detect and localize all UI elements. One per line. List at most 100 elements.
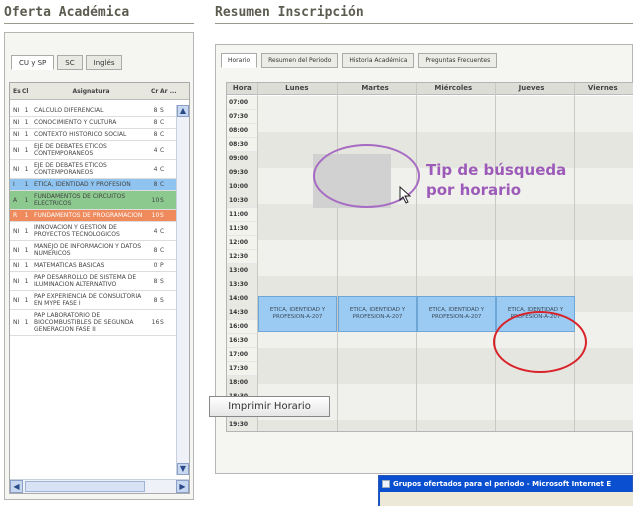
tab-horario[interactable]: Horario bbox=[221, 53, 258, 68]
highlight-ellipse bbox=[493, 311, 587, 373]
course-es: NI bbox=[13, 119, 20, 126]
course-ar: C bbox=[160, 165, 165, 173]
hour-label: 07:30 bbox=[227, 110, 257, 124]
course-row[interactable]: NI 1 CONOCIMIENTO Y CULTURA 8 C bbox=[10, 117, 177, 129]
grid-line bbox=[416, 83, 417, 431]
course-name: MATEMATICAS BASICAS bbox=[34, 262, 105, 269]
hour-label: 10:30 bbox=[227, 194, 257, 208]
course-cr: 10 bbox=[151, 212, 160, 219]
course-row[interactable]: NI 1 PAP DESARROLLO DE SISTEMA DE ILUMINAC… bbox=[10, 272, 177, 291]
course-cr: 4 bbox=[153, 227, 158, 235]
course-ci: 1 bbox=[24, 165, 29, 173]
tab-sc[interactable]: SC bbox=[57, 55, 83, 70]
course-ci: 1 bbox=[24, 196, 29, 204]
horizontal-scrollbar[interactable]: ◀ ▶ bbox=[10, 479, 189, 493]
class-block-martes[interactable]: ETICA, IDENTIDAD Y PROFESION-A-207 bbox=[338, 296, 417, 332]
course-es: NI bbox=[13, 165, 20, 173]
hour-label: 14:30 bbox=[227, 306, 257, 320]
course-row[interactable]: NI 1 PAP EXPERIENCIA DE CONSULTORIA EN MYP… bbox=[10, 291, 177, 310]
schedule-background bbox=[258, 96, 633, 431]
tab-cu-sp[interactable]: CU y SP bbox=[11, 55, 55, 70]
course-ci: 1 bbox=[24, 277, 29, 285]
scroll-thumb[interactable] bbox=[25, 481, 145, 492]
day-header-lunes: Lunes bbox=[285, 84, 309, 92]
course-ci: 1 bbox=[24, 212, 29, 219]
course-name: PAP EXPERIENCIA DE CONSULTORIA EN MYPE F… bbox=[34, 293, 142, 307]
course-name: CALCULO DIFERENCIAL bbox=[34, 107, 104, 114]
col-ci[interactable]: Cl bbox=[22, 88, 31, 95]
class-block-miercoles[interactable]: ETICA, IDENTIDAD Y PROFESION-A-207 bbox=[417, 296, 496, 332]
tab-resumen-periodo[interactable]: Resumen del Periodo bbox=[261, 53, 339, 68]
course-cr: 8 bbox=[153, 181, 158, 188]
course-row[interactable]: NI 1 MATEMATICAS BASICAS 0 P bbox=[10, 260, 177, 272]
grid-line bbox=[495, 83, 496, 431]
course-ar: C bbox=[160, 227, 165, 235]
scroll-up-icon[interactable]: ▲ bbox=[177, 105, 189, 117]
oferta-panel: CU y SP SC Inglés Es Cl Asignatura Cr Ar… bbox=[4, 32, 194, 500]
course-ci: 1 bbox=[24, 296, 29, 304]
scroll-right-icon[interactable]: ▶ bbox=[176, 480, 189, 493]
tip-annotation: Tip de búsqueda por horario bbox=[426, 160, 566, 200]
course-rows: NI 1 CALCULO DIFERENCIAL 8 S NI 1 CONOCIMIENTO … bbox=[10, 105, 177, 475]
course-row[interactable]: NI 1 EJE DE DEBATES ETICOS CONTEMPORANEOS 4… bbox=[10, 160, 177, 179]
hour-label: 07:00 bbox=[227, 96, 257, 110]
course-ar: S bbox=[160, 277, 164, 285]
course-row[interactable]: NI 1 MANEJO DE INFORMACION Y DATOS NUMERIC… bbox=[10, 241, 177, 260]
course-row[interactable]: NI 1 EJE DE DEBATES ETICOS CONTEMPORANEOS 4… bbox=[10, 141, 177, 160]
course-ci: 1 bbox=[24, 107, 29, 114]
course-cr: 8 bbox=[153, 277, 158, 285]
scroll-down-icon[interactable]: ▼ bbox=[177, 463, 189, 475]
course-name: CONTEXTO HISTORICO SOCIAL bbox=[34, 131, 127, 138]
schedule-grid: Hora Lunes Martes Miércoles Jueves Viern… bbox=[226, 82, 633, 432]
hour-label: 12:00 bbox=[227, 236, 257, 250]
course-es: R bbox=[13, 212, 18, 219]
tab-historia-academica[interactable]: Historia Académica bbox=[342, 53, 415, 68]
course-es: NI bbox=[13, 262, 20, 269]
course-ar: S bbox=[160, 296, 164, 304]
vertical-scrollbar[interactable]: ▲ ▼ bbox=[176, 105, 189, 475]
course-cr: 8 bbox=[153, 246, 158, 254]
col-cr[interactable]: Cr bbox=[151, 88, 160, 95]
course-es: NI bbox=[13, 277, 20, 285]
course-row[interactable]: NI 1 INNOVACION Y GESTION DE PROYECTOS TEC… bbox=[10, 222, 177, 241]
course-ar: C bbox=[160, 119, 165, 126]
print-schedule-button[interactable]: Imprimir Horario bbox=[209, 396, 330, 417]
hour-label: 11:30 bbox=[227, 222, 257, 236]
course-ci: 1 bbox=[24, 246, 29, 254]
course-name: MANEJO DE INFORMACION Y DATOS NUMERICOS bbox=[34, 243, 142, 257]
course-cr: 8 bbox=[153, 131, 158, 138]
col-ar[interactable]: Ar ... bbox=[160, 88, 180, 95]
course-ar: C bbox=[160, 181, 165, 188]
day-header-miercoles: Miércoles bbox=[434, 84, 473, 92]
course-row[interactable]: I 1 ETICA, IDENTIDAD Y PROFESION 8 C bbox=[10, 179, 177, 191]
course-es: NI bbox=[13, 296, 20, 304]
title-divider bbox=[4, 23, 194, 24]
hour-label: 10:00 bbox=[227, 180, 257, 194]
tab-ingles[interactable]: Inglés bbox=[85, 55, 123, 70]
scroll-left-icon[interactable]: ◀ bbox=[10, 480, 23, 493]
course-name: FUNDAMENTOS DE PROGRAMACION bbox=[34, 212, 143, 219]
oferta-academica-title: Oferta Académica bbox=[4, 5, 130, 20]
course-row[interactable]: NI 1 CALCULO DIFERENCIAL 8 S bbox=[10, 105, 177, 117]
course-cr: 10 bbox=[151, 196, 160, 204]
course-name: CONOCIMIENTO Y CULTURA bbox=[34, 119, 117, 126]
day-header-martes: Martes bbox=[361, 84, 389, 92]
course-row[interactable]: NI 1 CONTEXTO HISTORICO SOCIAL 8 C bbox=[10, 129, 177, 141]
course-cr: 4 bbox=[153, 165, 158, 173]
course-row[interactable]: R 1 FUNDAMENTOS DE PROGRAMACION 10 S bbox=[10, 210, 177, 222]
course-ci: 1 bbox=[24, 146, 29, 154]
course-list: Es Cl Asignatura Cr Ar ... NI 1 CALCULO DI… bbox=[9, 82, 190, 494]
col-asignatura[interactable]: Asignatura bbox=[31, 88, 151, 95]
course-cr: 0 bbox=[153, 262, 158, 269]
course-cr: 16 bbox=[151, 319, 160, 326]
course-ar: S bbox=[160, 319, 164, 326]
class-block-lunes[interactable]: ETICA, IDENTIDAD Y PROFESION-A-207 bbox=[258, 296, 337, 332]
popup-title: Grupos ofertados para el periodo - Micro… bbox=[393, 480, 612, 488]
col-es[interactable]: Es bbox=[10, 88, 22, 95]
tab-preguntas-frecuentes[interactable]: Preguntas Frecuentes bbox=[418, 53, 498, 68]
course-row[interactable]: A 1 FUNDAMENTOS DE CIRCUITOS ELECTRICOS 10 S bbox=[10, 191, 177, 210]
course-es: NI bbox=[13, 131, 20, 138]
course-row[interactable]: NI 1 PAP LABORATORIO DE BIOCOMBUSTIBLES DE… bbox=[10, 310, 177, 336]
popup-window[interactable]: Grupos ofertados para el periodo - Micro… bbox=[378, 475, 633, 506]
course-ar: S bbox=[160, 196, 164, 204]
